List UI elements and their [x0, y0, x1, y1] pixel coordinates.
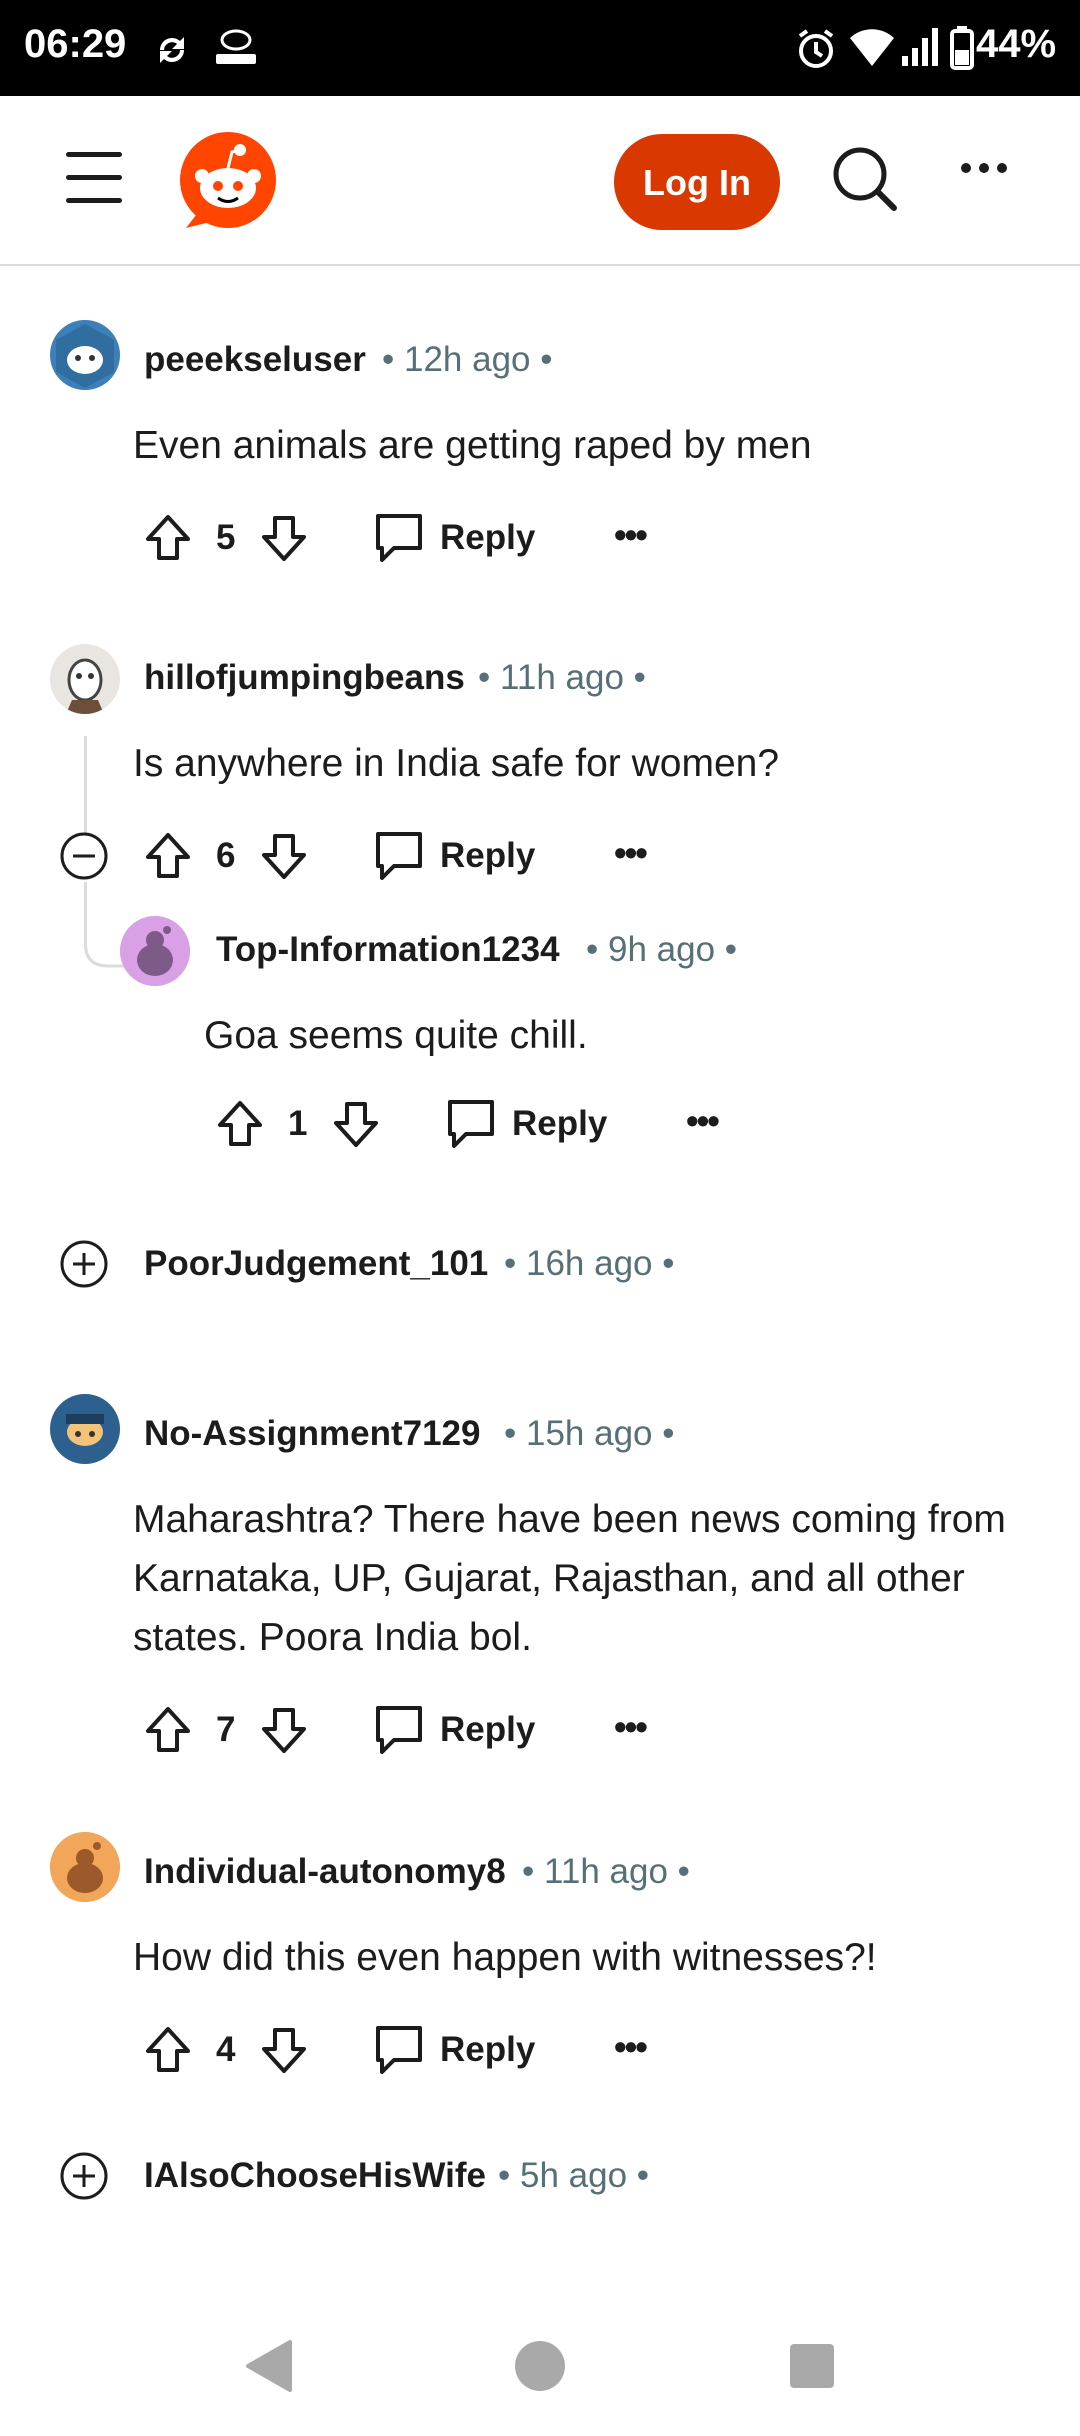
collapse-thread-icon[interactable]	[58, 830, 110, 887]
comment-meta: • 11h ago •	[522, 1852, 690, 1891]
expand-thread-icon[interactable]	[58, 2150, 110, 2207]
comment-username[interactable]: peeekseluser	[144, 340, 366, 380]
comment-time: 12h ago	[403, 340, 531, 379]
status-time: 06:29	[24, 22, 127, 66]
comment-more-icon[interactable]: •••	[686, 1100, 720, 1142]
comment-more-icon[interactable]: •••	[614, 1706, 648, 1748]
reply-button[interactable]: Reply	[440, 836, 535, 876]
login-button[interactable]: Log In	[614, 134, 780, 230]
reply-icon[interactable]	[374, 1704, 424, 1763]
vote-count: 4	[216, 2030, 236, 2069]
downvote-icon[interactable]	[330, 1098, 382, 1155]
comment-time: 11h ago	[543, 1852, 668, 1891]
comment-username[interactable]: hillofjumpingbeans	[144, 658, 465, 698]
comment-username[interactable]: IAlsoChooseHisWife	[144, 2156, 486, 2196]
comment-username[interactable]: Individual-autonomy8	[144, 1852, 506, 1892]
upvote-icon[interactable]	[142, 2024, 194, 2081]
comment-meta: • 5h ago •	[498, 2156, 650, 2195]
recents-icon[interactable]	[788, 2342, 836, 2395]
reply-icon[interactable]	[374, 512, 424, 571]
vote-count: 1	[288, 1104, 308, 1143]
reply-button[interactable]: Reply	[440, 2030, 535, 2070]
wifi-icon	[848, 28, 896, 73]
comment-time: 5h ago	[519, 2156, 628, 2195]
upvote-icon[interactable]	[214, 1098, 266, 1155]
avatar[interactable]	[50, 320, 120, 390]
comment-body: Even animals are getting raped by men	[133, 424, 812, 467]
comment-username[interactable]: PoorJudgement_101	[144, 1244, 488, 1284]
comment-more-icon[interactable]: •••	[614, 2026, 648, 2068]
upvote-icon[interactable]	[142, 512, 194, 569]
comment-time: 11h ago	[499, 658, 624, 697]
signal-icon	[900, 26, 944, 73]
comment-time: 9h ago	[607, 930, 716, 969]
vote-count: 6	[216, 836, 236, 875]
avatar[interactable]	[50, 1832, 120, 1902]
comment-time: 16h ago	[525, 1244, 653, 1283]
downvote-icon[interactable]	[258, 830, 310, 887]
reply-icon[interactable]	[374, 830, 424, 889]
comment-meta: • 16h ago •	[504, 1244, 675, 1283]
comment-more-icon[interactable]: •••	[614, 832, 648, 874]
comment-time: 15h ago	[525, 1414, 653, 1453]
sync-icon	[150, 28, 194, 77]
reply-icon[interactable]	[374, 2024, 424, 2083]
reply-button[interactable]: Reply	[440, 1710, 535, 1750]
comment-meta: • 12h ago •	[382, 340, 553, 379]
comment-body: Maharashtra? There have been news coming…	[133, 1498, 1006, 1659]
skis-icon	[212, 28, 260, 73]
comment-more-icon[interactable]: •••	[614, 514, 648, 556]
comment-body: How did this even happen with witnesses?…	[133, 1936, 877, 1979]
downvote-icon[interactable]	[258, 512, 310, 569]
more-options-icon[interactable]	[960, 158, 1008, 206]
menu-button[interactable]	[66, 152, 122, 204]
reply-button[interactable]: Reply	[512, 1104, 607, 1144]
avatar[interactable]	[50, 644, 120, 714]
back-icon[interactable]	[244, 2338, 294, 2399]
comment-body: Goa seems quite chill.	[204, 1014, 588, 1057]
alarm-icon	[796, 28, 836, 75]
reply-icon[interactable]	[446, 1098, 496, 1157]
status-bar: 06:29 44%	[0, 0, 1080, 96]
comment-body: Is anywhere in India safe for women?	[133, 742, 780, 785]
reddit-logo-icon[interactable]	[180, 132, 276, 233]
comment-meta: • 15h ago •	[504, 1414, 675, 1453]
thread-connector	[84, 882, 126, 977]
system-navigation-bar	[0, 2300, 1080, 2436]
expand-thread-icon[interactable]	[58, 1238, 110, 1295]
downvote-icon[interactable]	[258, 1704, 310, 1761]
vote-count: 7	[216, 1710, 236, 1749]
upvote-icon[interactable]	[142, 830, 194, 887]
app-header: Log In	[0, 96, 1080, 266]
downvote-icon[interactable]	[258, 2024, 310, 2081]
reply-button[interactable]: Reply	[440, 518, 535, 558]
upvote-icon[interactable]	[142, 1704, 194, 1761]
vote-count: 5	[216, 518, 236, 557]
comment-meta: • 9h ago •	[586, 930, 738, 969]
search-icon[interactable]	[832, 146, 898, 217]
avatar[interactable]	[120, 916, 190, 986]
battery-percentage: 44%	[976, 22, 1057, 66]
battery-icon	[950, 26, 974, 75]
comment-meta: • 11h ago •	[478, 658, 646, 697]
avatar[interactable]	[50, 1394, 120, 1464]
comment-username[interactable]: Top-Information1234	[216, 930, 560, 970]
thread-line	[84, 736, 87, 834]
comment-username[interactable]: No-Assignment7129	[144, 1414, 480, 1454]
home-icon[interactable]	[514, 2340, 566, 2397]
